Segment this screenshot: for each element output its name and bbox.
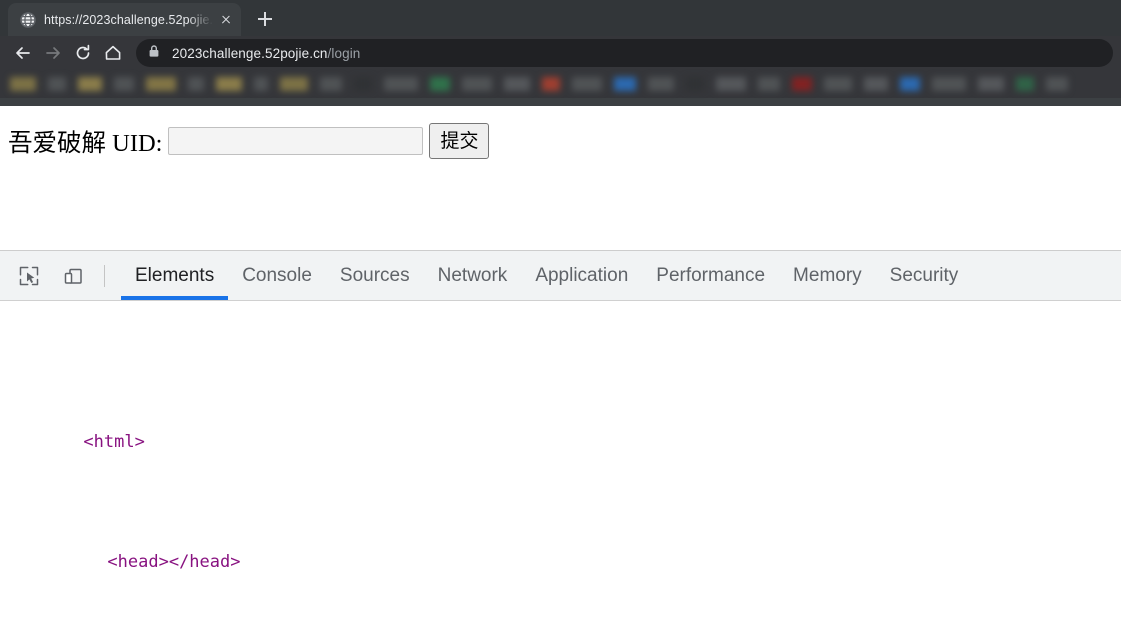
address-bar[interactable]: 2023challenge.52pojie.cn/login — [136, 39, 1113, 67]
bookmark-item[interactable] — [280, 77, 308, 91]
tab-performance[interactable]: Performance — [642, 251, 779, 300]
bookmark-item[interactable] — [686, 77, 704, 91]
home-icon[interactable] — [98, 38, 128, 68]
bookmark-item[interactable] — [114, 77, 134, 91]
bookmark-item[interactable] — [320, 77, 342, 91]
bookmark-item[interactable] — [716, 77, 746, 91]
chrome-bottom-edge — [0, 98, 1121, 106]
bookmark-item[interactable] — [824, 77, 852, 91]
bookmark-item[interactable] — [1046, 77, 1068, 91]
globe-icon — [20, 11, 36, 28]
bookmark-item[interactable] — [10, 77, 36, 91]
submit-button[interactable]: 提交 — [429, 123, 490, 159]
url-host: 2023challenge.52pojie.cn — [172, 45, 328, 61]
bookmark-item[interactable] — [932, 77, 966, 91]
bookmark-item[interactable] — [648, 77, 674, 91]
bookmark-item[interactable] — [430, 77, 450, 91]
bookmark-item[interactable] — [78, 77, 102, 91]
tab-console[interactable]: Console — [228, 251, 326, 300]
bookmarks-bar[interactable] — [0, 70, 1121, 98]
dom-tree: <html> <head></head> ▼<body> ▼<form meth… — [0, 301, 1121, 617]
bookmark-item[interactable] — [978, 77, 1004, 91]
tab-sources[interactable]: Sources — [326, 251, 424, 300]
browser-tab[interactable]: https://2023challenge.52pojie. — [8, 3, 242, 36]
bookmark-item[interactable] — [146, 77, 176, 91]
toolbar-divider — [104, 264, 105, 287]
page-viewport: 吾爱破解 UID: 提交 — [0, 106, 1121, 250]
bookmark-item[interactable] — [48, 77, 66, 91]
dom-text: <head></head> — [107, 552, 241, 572]
browser-toolbar: 2023challenge.52pojie.cn/login — [0, 36, 1121, 70]
device-toolbar-icon[interactable] — [58, 261, 88, 291]
tab-elements[interactable]: Elements — [121, 251, 229, 300]
tab-title: https://2023challenge.52pojie. — [44, 12, 214, 27]
lock-icon — [148, 44, 162, 63]
back-arrow-icon[interactable] — [8, 38, 38, 68]
bookmark-item[interactable] — [900, 77, 920, 91]
uid-label: 吾爱破解 UID: — [8, 129, 163, 157]
bookmark-item[interactable] — [188, 77, 204, 91]
bookmark-item[interactable] — [354, 77, 372, 91]
bookmark-item[interactable] — [462, 77, 492, 91]
reload-icon[interactable] — [68, 38, 98, 68]
bookmark-item[interactable] — [792, 77, 812, 91]
uid-form: 吾爱破解 UID: 提交 — [8, 123, 1113, 159]
browser-chrome: https://2023challenge.52pojie. 2023chall… — [0, 0, 1121, 106]
tab-memory[interactable]: Memory — [779, 251, 876, 300]
bookmark-item[interactable] — [572, 77, 602, 91]
close-icon[interactable] — [217, 11, 235, 29]
tab-network[interactable]: Network — [424, 251, 522, 300]
bookmark-item[interactable] — [1016, 77, 1034, 91]
uid-input[interactable] — [168, 127, 424, 155]
dom-node-head[interactable]: <head></head> — [0, 517, 1121, 572]
new-tab-button[interactable] — [251, 5, 279, 33]
bookmark-item[interactable] — [384, 77, 418, 91]
inspect-element-icon[interactable] — [14, 261, 44, 291]
bookmark-item[interactable] — [614, 77, 636, 91]
url-path: /login — [327, 45, 361, 61]
bookmark-item[interactable] — [504, 77, 530, 91]
forward-arrow-icon — [38, 38, 68, 68]
devtools-panel: Elements Console Sources Network Applica… — [0, 250, 1121, 617]
tab-security[interactable]: Security — [876, 251, 973, 300]
dom-text: <html> — [83, 432, 145, 452]
bookmark-item[interactable] — [254, 77, 268, 91]
tab-strip: https://2023challenge.52pojie. — [0, 0, 1121, 36]
bookmark-item[interactable] — [216, 77, 242, 91]
bookmark-item[interactable] — [864, 77, 888, 91]
bookmarks-bar-items — [10, 73, 1111, 95]
bookmark-item[interactable] — [758, 77, 780, 91]
devtools-tabbar: Elements Console Sources Network Applica… — [0, 251, 1121, 301]
dom-node-html-open[interactable]: <html> — [0, 397, 1121, 452]
tab-application[interactable]: Application — [521, 251, 642, 300]
bookmark-item[interactable] — [542, 77, 560, 91]
